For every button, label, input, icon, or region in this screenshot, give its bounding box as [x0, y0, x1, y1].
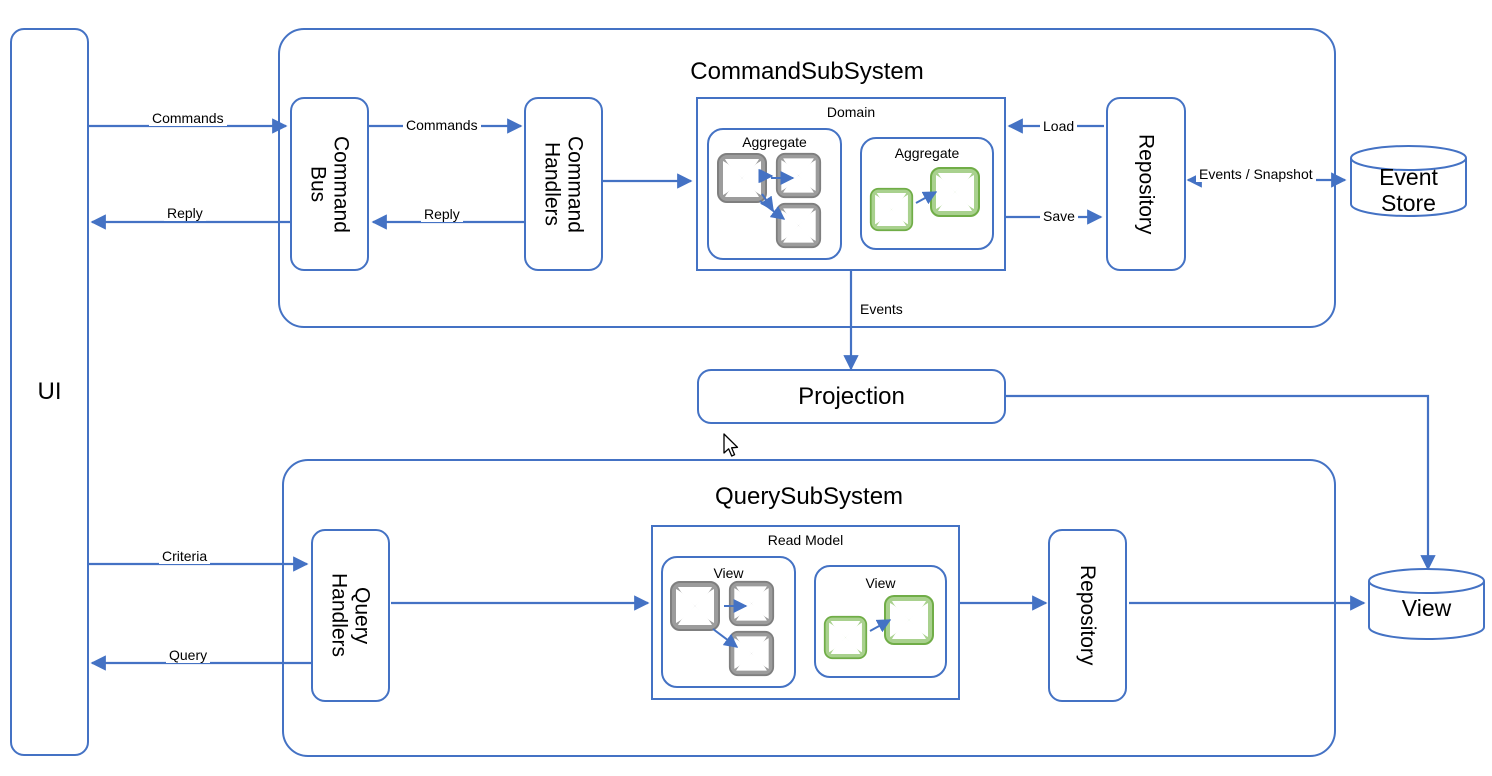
edge-label-criteria: Criteria	[159, 548, 211, 564]
edge-label-events-snapshot: Events / Snapshot	[1196, 166, 1316, 182]
edge-label-events: Events	[857, 301, 906, 317]
edge-label-save: Save	[1040, 208, 1078, 224]
edge-label-query: Query	[166, 647, 211, 663]
diagram-canvas: UI CommandSubSystem Command Bus Command …	[0, 0, 1492, 776]
edge-label-commands-ui-bus: Commands	[149, 110, 227, 126]
view-store-cylinder[interactable]: View	[1367, 567, 1486, 641]
edge-label-reply-handlers-bus: Reply	[421, 206, 463, 222]
edge-label-commands-bus-handlers: Commands	[403, 117, 481, 133]
query-repository-label: Repository	[1076, 565, 1100, 666]
query-repository-box[interactable]: Repository	[1048, 529, 1127, 702]
edge-label-load: Load	[1040, 118, 1078, 134]
edge-label-reply-bus-ui: Reply	[164, 205, 206, 221]
